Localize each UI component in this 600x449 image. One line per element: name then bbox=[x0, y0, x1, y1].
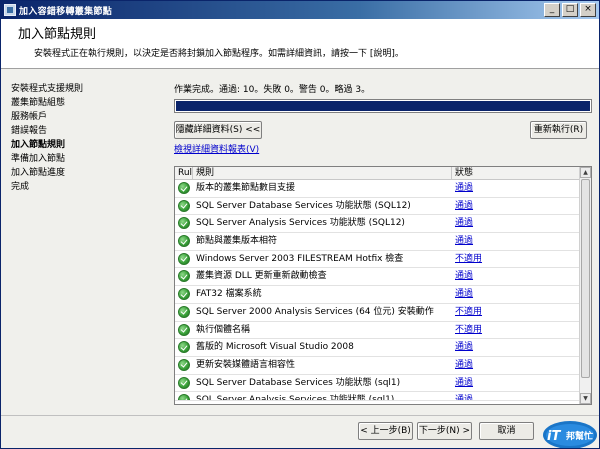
table-row[interactable]: 叢集資源 DLL 更新重新啟動檢查 通過 bbox=[175, 268, 579, 287]
table-row[interactable]: Windows Server 2003 FILESTREAM Hotfix 檢查… bbox=[175, 251, 579, 269]
column-header-name[interactable]: 規則 bbox=[193, 167, 452, 180]
rule-status-link[interactable]: 不適用 bbox=[455, 322, 482, 339]
rule-status-link[interactable]: 通過 bbox=[455, 375, 473, 392]
rule-status-link[interactable]: 通過 bbox=[455, 286, 473, 303]
rule-name: 更新安裝媒體語言相容性 bbox=[196, 359, 296, 370]
table-row[interactable]: 執行個體名稱 不適用 bbox=[175, 322, 579, 340]
table-header: Rul 規則 狀態 bbox=[175, 167, 579, 180]
table-row[interactable]: 節點與叢集版本相符 通過 bbox=[175, 233, 579, 251]
main-content: 作業完成。通過: 10。失敗 0。警告 0。略過 3。 隱藏詳細資料(S) <<… bbox=[171, 70, 593, 416]
page-title: 加入節點規則 bbox=[18, 27, 97, 42]
cancel-button[interactable]: 取消 bbox=[479, 422, 534, 440]
check-passed-icon bbox=[178, 182, 190, 194]
table-row[interactable]: 舊版的 Microsoft Visual Studio 2008 通過 bbox=[175, 339, 579, 357]
table-row[interactable]: SQL Server Analysis Services 功能狀態 (sql1)… bbox=[175, 392, 579, 402]
rule-status-link[interactable]: 通過 bbox=[455, 339, 473, 356]
check-passed-icon bbox=[178, 199, 190, 212]
rule-status-link[interactable]: 不適用 bbox=[455, 251, 482, 268]
svg-text:邦幫忙: 邦幫忙 bbox=[566, 430, 593, 442]
table-row[interactable]: SQL Server Database Services 功能狀態 (SQL12… bbox=[175, 198, 579, 216]
wizard-footer: < 上一步(B) 下一步(N) > 取消 iT 邦幫忙 bbox=[1, 415, 599, 448]
rule-name: SQL Server Analysis Services 功能狀態 (SQL12… bbox=[196, 218, 405, 229]
rule-name: FAT32 檔案系統 bbox=[196, 289, 262, 300]
minimize-button[interactable]: _ bbox=[544, 3, 560, 17]
rerun-button[interactable]: 重新執行(R) bbox=[530, 121, 587, 139]
rule-status-link[interactable]: 通過 bbox=[455, 357, 473, 374]
rule-name: 叢集資源 DLL 更新重新啟動檢查 bbox=[196, 271, 327, 282]
table-row[interactable]: 更新安裝媒體語言相容性 通過 bbox=[175, 357, 579, 375]
scroll-down-icon[interactable]: ▼ bbox=[580, 393, 591, 404]
window-controls: _ □ × bbox=[544, 3, 596, 17]
nav-item-service-accounts[interactable]: 服務帳戶 bbox=[11, 110, 166, 124]
rule-name: 舊版的 Microsoft Visual Studio 2008 bbox=[196, 342, 354, 353]
nav-item-add-node-rules[interactable]: 加入節點規則 bbox=[11, 138, 166, 152]
page-header: 加入節點規則 安裝程式正在執行規則，以決定是否將封鎖加入節點程序。如需詳細資訊，… bbox=[1, 19, 599, 69]
check-passed-icon bbox=[178, 270, 190, 283]
rule-status-link[interactable]: 通過 bbox=[455, 392, 473, 400]
title-bar[interactable]: 加入容錯移轉叢集節點 _ □ × bbox=[1, 1, 599, 19]
table-row[interactable]: SQL Server Database Services 功能狀態 (sql1)… bbox=[175, 375, 579, 393]
view-report-link[interactable]: 檢視詳細資料報表(V) bbox=[174, 142, 259, 155]
nav-item-complete[interactable]: 完成 bbox=[11, 180, 166, 194]
rules-table: Rul 規則 狀態 版本的叢集節點數目支援 通過 SQL Server Datab… bbox=[174, 166, 592, 405]
rule-name: SQL Server Analysis Services 功能狀態 (sql1) bbox=[196, 395, 395, 402]
rule-status-link[interactable]: 通過 bbox=[455, 215, 473, 232]
back-button[interactable]: < 上一步(B) bbox=[358, 422, 413, 440]
rule-name: Windows Server 2003 FILESTREAM Hotfix 檢查 bbox=[196, 253, 404, 264]
hide-details-button[interactable]: 隱藏詳細資料(S) << bbox=[174, 121, 262, 139]
column-header-status[interactable]: 狀態 bbox=[452, 167, 579, 180]
column-header-rule[interactable]: Rul bbox=[175, 167, 193, 180]
rule-name: 版本的叢集節點數目支援 bbox=[196, 183, 296, 193]
check-passed-icon bbox=[178, 217, 190, 230]
next-button[interactable]: 下一步(N) > bbox=[417, 422, 472, 440]
table-body: 版本的叢集節點數目支援 通過 SQL Server Database Servic… bbox=[175, 180, 579, 402]
progress-fill bbox=[176, 101, 590, 111]
rule-status-link[interactable]: 通過 bbox=[455, 233, 473, 250]
scroll-up-icon[interactable]: ▲ bbox=[580, 167, 591, 178]
wizard-steps-nav: 安裝程式支援規則 叢集節點組態 服務帳戶 錯誤報告 加入節點規則 準備加入節點 … bbox=[1, 70, 166, 416]
check-passed-icon bbox=[178, 235, 190, 248]
rule-name: SQL Server Database Services 功能狀態 (sql1) bbox=[196, 377, 401, 388]
setup-window: 加入容錯移轉叢集節點 _ □ × 加入節點規則 安裝程式正在執行規則，以決定是否… bbox=[0, 0, 600, 449]
maximize-button[interactable]: □ bbox=[562, 3, 578, 17]
rule-status-link[interactable]: 不適用 bbox=[455, 304, 482, 321]
scrollbar-thumb[interactable] bbox=[581, 179, 590, 378]
check-passed-icon bbox=[178, 358, 190, 371]
check-passed-icon bbox=[178, 376, 190, 389]
check-passed-icon bbox=[178, 323, 190, 336]
check-passed-icon bbox=[178, 288, 190, 301]
table-scrollbar[interactable]: ▲ ▼ bbox=[579, 167, 591, 404]
rule-name: SQL Server 2000 Analysis Services (64 位元… bbox=[196, 306, 434, 317]
rule-name: 節點與叢集版本相符 bbox=[196, 236, 278, 247]
nav-item-ready-to-add-node[interactable]: 準備加入節點 bbox=[11, 152, 166, 166]
ithelp-watermark-logo: iT 邦幫忙 bbox=[542, 418, 598, 448]
window-title: 加入容錯移轉叢集節點 bbox=[19, 6, 113, 17]
nav-item-error-reporting[interactable]: 錯誤報告 bbox=[11, 124, 166, 138]
check-passed-icon bbox=[178, 341, 190, 354]
rule-name: 執行個體名稱 bbox=[196, 324, 251, 335]
svg-text:iT: iT bbox=[547, 429, 561, 444]
table-row[interactable]: SQL Server Analysis Services 功能狀態 (SQL12… bbox=[175, 215, 579, 234]
check-passed-icon bbox=[178, 305, 190, 318]
rule-status-link[interactable]: 通過 bbox=[455, 180, 473, 197]
nav-item-cluster-node-config[interactable]: 叢集節點組態 bbox=[11, 96, 166, 110]
table-row[interactable]: 版本的叢集節點數目支援 通過 bbox=[175, 180, 579, 198]
nav-item-add-node-progress[interactable]: 加入節點進度 bbox=[11, 166, 166, 180]
rule-status-link[interactable]: 通過 bbox=[455, 268, 473, 285]
ithelp-logo-icon: iT 邦幫忙 bbox=[543, 421, 597, 448]
rule-status-link[interactable]: 通過 bbox=[455, 198, 473, 215]
operation-summary: 作業完成。通過: 10。失敗 0。警告 0。略過 3。 bbox=[174, 85, 371, 95]
check-passed-icon bbox=[178, 252, 190, 265]
close-button[interactable]: × bbox=[580, 3, 596, 17]
table-row[interactable]: SQL Server 2000 Analysis Services (64 位元… bbox=[175, 304, 579, 322]
progress-bar bbox=[174, 99, 592, 113]
app-icon bbox=[4, 4, 16, 16]
nav-item-setup-support-rules[interactable]: 安裝程式支援規則 bbox=[11, 82, 166, 96]
table-row[interactable]: FAT32 檔案系統 通過 bbox=[175, 286, 579, 304]
page-description: 安裝程式正在執行規則，以決定是否將封鎖加入節點程序。如需詳細資訊，請按一下 [說… bbox=[34, 49, 404, 59]
rule-name: SQL Server Database Services 功能狀態 (SQL12… bbox=[196, 200, 411, 211]
check-passed-icon bbox=[178, 394, 190, 401]
